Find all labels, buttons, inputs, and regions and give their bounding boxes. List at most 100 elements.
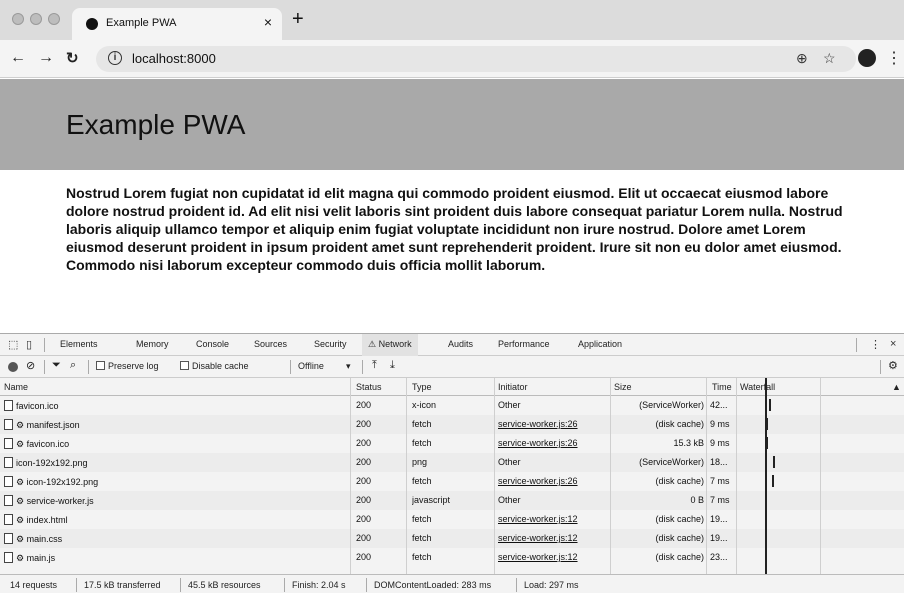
close-devtools-icon[interactable]: × [890, 338, 896, 350]
cell-size: (ServiceWorker) [639, 457, 704, 467]
inspect-element-icon[interactable]: ⬚ [8, 338, 18, 351]
cell-name-text: ⚙ service-worker.js [16, 496, 94, 506]
preserve-log-checkbox[interactable]: Preserve log [96, 361, 159, 371]
status-transferred: 17.5 kB transferred [84, 580, 161, 590]
table-row[interactable]: icon-192x192.png 200 png Other (ServiceWorke… [0, 453, 904, 472]
table-row[interactable]: favicon.ico 200 x-icon Other (ServiceWorker)… [0, 396, 904, 415]
col-header-type[interactable]: Type [412, 382, 432, 392]
browser-tab[interactable]: Example PWA × [72, 8, 282, 40]
disable-cache-checkbox[interactable]: Disable cache [180, 361, 249, 371]
tab-network[interactable]: ⚠ Network [362, 334, 418, 356]
col-header-waterfall[interactable]: Waterfall [740, 382, 775, 392]
table-row[interactable]: ⚙ service-worker.js 200 javascript Other 0 B… [0, 491, 904, 510]
close-window-button[interactable] [12, 13, 24, 25]
tab-sources[interactable]: Sources [254, 339, 287, 349]
minimize-window-button[interactable] [30, 13, 42, 25]
divider [880, 360, 881, 374]
cell-initiator: Other [498, 495, 521, 505]
device-toolbar-icon[interactable]: ▯ [26, 338, 32, 351]
cell-time: 19... [710, 533, 728, 543]
cell-status: 200 [356, 476, 372, 486]
cell-type: fetch [412, 419, 432, 429]
col-header-status[interactable]: Status [356, 382, 382, 392]
cell-initiator[interactable]: service-worker.js:12 [498, 533, 608, 543]
filter-icon[interactable]: ⏷ [52, 359, 61, 372]
cell-size: 0 B [690, 495, 704, 505]
sort-up-icon[interactable]: ▲ [892, 382, 901, 392]
cell-initiator[interactable]: service-worker.js:26 [498, 476, 608, 486]
tab-performance[interactable]: Performance [498, 339, 550, 349]
back-arrow-icon[interactable]: ← [10, 49, 26, 67]
table-row[interactable]: ⚙ icon-192x192.png 200 fetch service-worker… [0, 472, 904, 491]
address-bar[interactable]: i localhost:8000 ⊕ ☆ [96, 46, 856, 72]
search-icon[interactable]: ⌕ [70, 359, 76, 372]
cell-name: ⚙ service-worker.js [4, 495, 348, 507]
col-header-time[interactable]: Time [712, 382, 732, 392]
cell-status: 200 [356, 438, 372, 448]
url-text: localhost:8000 [132, 51, 216, 66]
cell-name: ⚙ index.html [4, 514, 348, 526]
page-header: Example PWA [0, 79, 904, 170]
cell-name: ⚙ icon-192x192.png [4, 476, 348, 488]
zoom-window-button[interactable] [48, 13, 60, 25]
tab-audits[interactable]: Audits [448, 339, 473, 349]
devtools-menu-icon[interactable]: ⋮ [870, 338, 881, 351]
cell-name-text: ⚙ manifest.json [16, 420, 80, 430]
tab-application[interactable]: Application [578, 339, 622, 349]
waterfall-bar[interactable] [769, 399, 771, 411]
col-header-initiator[interactable]: Initiator [498, 382, 528, 392]
cell-initiator[interactable]: service-worker.js:12 [498, 514, 608, 524]
table-row[interactable]: ⚙ manifest.json 200 fetch service-worker.js… [0, 415, 904, 434]
table-row[interactable]: ⚙ main.js 200 fetch service-worker.js:12 (di… [0, 548, 904, 567]
cell-initiator[interactable]: service-worker.js:12 [498, 552, 608, 562]
warning-icon: ⚠ [368, 339, 379, 349]
divider [856, 338, 857, 352]
waterfall-bar[interactable] [773, 456, 775, 468]
waterfall-bar[interactable] [772, 475, 774, 487]
import-har-icon[interactable]: ⤒ [372, 359, 377, 372]
divider [88, 360, 89, 374]
clear-icon[interactable]: ⊘ [26, 359, 35, 372]
site-info-icon[interactable]: i [108, 51, 122, 65]
divider [362, 360, 363, 374]
col-header-name[interactable]: Name [4, 382, 28, 392]
cell-size: (disk cache) [655, 476, 704, 486]
cell-status: 200 [356, 457, 372, 467]
new-tab-button[interactable]: + [292, 9, 304, 29]
export-har-icon[interactable]: ⤓ [390, 359, 395, 372]
tab-memory[interactable]: Memory [136, 339, 169, 349]
cell-time: 42... [710, 400, 728, 410]
cell-name-text: favicon.ico [16, 401, 59, 411]
cell-time: 7 ms [710, 495, 730, 505]
tab-elements[interactable]: Elements [60, 339, 98, 349]
cell-size: (disk cache) [655, 533, 704, 543]
cell-initiator[interactable]: service-worker.js:26 [498, 419, 608, 429]
table-row[interactable]: ⚙ favicon.ico 200 fetch service-worker.js:2… [0, 434, 904, 453]
throttling-select[interactable]: Offline [298, 361, 324, 371]
install-app-icon[interactable]: ⊕ [796, 50, 808, 67]
profile-avatar-icon[interactable] [858, 49, 876, 67]
file-icon [4, 419, 13, 430]
chevron-down-icon[interactable]: ▾ [346, 361, 351, 372]
cell-time: 9 ms [710, 438, 730, 448]
tab-security[interactable]: Security [314, 339, 347, 349]
table-row[interactable]: ⚙ main.css 200 fetch service-worker.js:12 (d… [0, 529, 904, 548]
page-title: Example PWA [66, 109, 246, 140]
gear-icon[interactable]: ⚙ [888, 359, 898, 372]
forward-arrow-icon[interactable]: → [38, 49, 54, 67]
reload-icon[interactable]: ↻ [66, 49, 79, 67]
column-divider [350, 378, 351, 574]
table-row[interactable]: ⚙ index.html 200 fetch service-worker.js:12… [0, 510, 904, 529]
close-tab-icon[interactable]: × [264, 14, 272, 30]
tab-console[interactable]: Console [196, 339, 229, 349]
bookmark-star-icon[interactable]: ☆ [823, 50, 836, 67]
divider [284, 578, 285, 592]
col-header-size[interactable]: Size [614, 382, 632, 392]
browser-menu-icon[interactable]: ⋮ [886, 48, 902, 68]
column-divider [706, 378, 707, 574]
cell-type: javascript [412, 495, 451, 505]
cell-initiator[interactable]: service-worker.js:26 [498, 438, 608, 448]
cell-size: (disk cache) [655, 552, 704, 562]
record-icon[interactable] [8, 362, 18, 372]
tab-strip: Example PWA × + [0, 0, 904, 40]
